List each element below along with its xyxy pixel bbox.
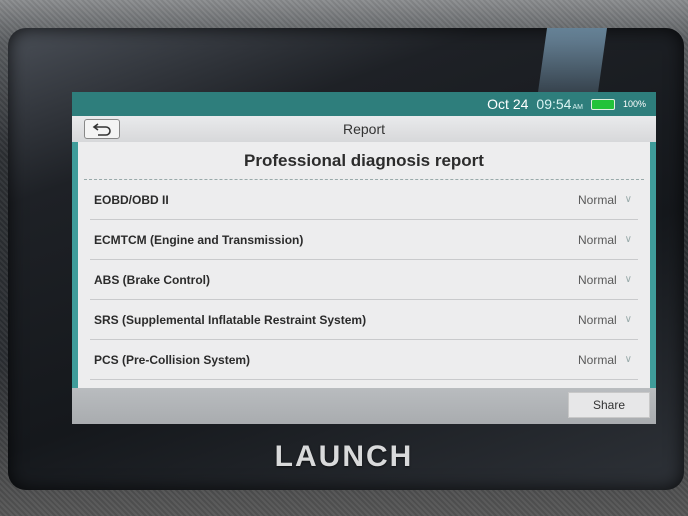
chevron-down-icon: ∨ [624, 274, 632, 285]
chevron-down-icon: ∨ [624, 194, 632, 205]
list-item[interactable]: SRS (Supplemental Inflatable Restraint S… [90, 300, 638, 340]
chevron-down-icon: ∨ [624, 354, 632, 365]
system-name: PCS (Pre-Collision System) [94, 352, 251, 367]
report-panel: Professional diagnosis report EOBD/OBD I… [78, 142, 650, 388]
system-status: Normal [578, 352, 617, 367]
device-screen: Oct 24 09:54AM 100% Report Professional … [72, 92, 656, 424]
status-clock: 09:54AM [536, 96, 583, 112]
system-name: SRS (Supplemental Inflatable Restraint S… [94, 312, 367, 327]
system-status: Normal [578, 272, 617, 287]
status-ampm: AM [572, 104, 583, 111]
bottom-toolbar: Share [72, 388, 656, 424]
title-bar: Report [72, 116, 656, 142]
page-title: Report [342, 121, 386, 137]
status-time: 09:54 [536, 96, 572, 112]
list-item[interactable]: EOBD/OBD II Normal ∨ [90, 180, 638, 220]
list-item[interactable]: ABS (Brake Control) Normal ∨ [90, 260, 638, 300]
report-heading: Professional diagnosis report [84, 142, 644, 180]
chevron-down-icon: ∨ [624, 314, 632, 325]
system-name: EOBD/OBD II [94, 192, 169, 207]
battery-icon [590, 98, 615, 110]
status-bar: Oct 24 09:54AM 100% [72, 92, 656, 116]
system-name: ABS (Brake Control) [94, 272, 211, 287]
system-status: Normal [578, 232, 617, 247]
battery-percent: 100% [622, 99, 646, 109]
back-button[interactable] [84, 119, 120, 139]
system-status: Normal [578, 192, 617, 207]
back-arrow-icon [92, 123, 111, 136]
system-status: Normal [578, 312, 617, 327]
device-brand-logo: LAUNCH [274, 440, 414, 473]
system-name: ECMTCM (Engine and Transmission) [94, 232, 304, 247]
list-item[interactable]: ECMTCM (Engine and Transmission) Normal … [90, 220, 638, 260]
status-date: Oct 24 [487, 96, 529, 112]
chevron-down-icon: ∨ [624, 234, 632, 245]
share-button[interactable]: Share [568, 392, 650, 418]
list-item[interactable]: PCS (Pre-Collision System) Normal ∨ [90, 340, 638, 380]
